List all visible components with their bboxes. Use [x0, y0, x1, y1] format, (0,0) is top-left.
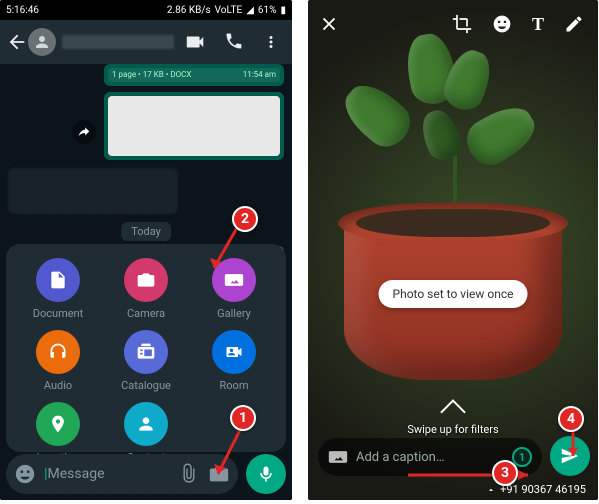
more-icon[interactable] — [262, 31, 280, 53]
contact-name-redacted[interactable] — [62, 35, 174, 49]
message-input-bar[interactable]: |Message — [6, 454, 238, 494]
status-right: 2.86 KB/s VoLTE ◢ 61% ▮ — [167, 5, 286, 16]
camera-icon[interactable] — [208, 463, 230, 485]
attach-gallery[interactable]: Gallery — [212, 258, 256, 320]
swipe-up-hint[interactable]: Swipe up for filters — [308, 403, 598, 436]
attach-document[interactable]: Document — [33, 258, 83, 320]
outgoing-image-bubble[interactable] — [104, 92, 284, 160]
chat-header — [0, 20, 292, 64]
message-input[interactable]: |Message — [44, 466, 170, 482]
draw-icon[interactable] — [564, 14, 584, 34]
attach-camera[interactable]: Camera — [124, 258, 168, 320]
annotation-badge-1: 1 — [230, 405, 256, 431]
close-icon[interactable] — [318, 13, 340, 35]
mic-button[interactable] — [246, 454, 286, 494]
attach-catalogue[interactable]: Catalogue — [121, 330, 171, 392]
crop-icon[interactable] — [452, 14, 472, 34]
view-once-callout: Photo set to view once — [379, 280, 528, 308]
attach-room[interactable]: Room — [212, 330, 256, 392]
forward-icon[interactable] — [72, 120, 96, 144]
attach-icon[interactable] — [178, 463, 200, 485]
photo-editor-screen: T Photo set to view once Swipe up for fi… — [308, 0, 598, 500]
date-divider: Today — [121, 222, 171, 241]
incoming-bubble-redacted[interactable] — [8, 168, 178, 214]
editor-toolbar: T — [308, 6, 598, 42]
sticker-icon[interactable] — [492, 14, 512, 34]
annotation-badge-4: 4 — [558, 406, 584, 432]
emoji-icon[interactable] — [14, 463, 36, 485]
video-call-icon[interactable] — [184, 31, 206, 53]
send-button[interactable] — [550, 436, 590, 476]
attach-audio[interactable]: Audio — [36, 330, 80, 392]
annotation-badge-3: 3 — [492, 460, 518, 486]
status-time: 5:16:46 — [6, 5, 39, 16]
annotation-badge-2: 2 — [232, 206, 258, 232]
add-media-icon[interactable] — [328, 447, 348, 467]
back-icon[interactable] — [6, 31, 28, 53]
text-tool-icon[interactable]: T — [532, 14, 544, 35]
voice-call-icon[interactable] — [224, 31, 244, 51]
avatar[interactable] — [28, 28, 56, 56]
caption-input[interactable]: Add a caption… — [356, 450, 504, 465]
outgoing-document-bubble[interactable]: 1 page • 17 KB • DOCX 11:54 am — [104, 64, 284, 86]
status-bar: 5:16:46 2.86 KB/s VoLTE ◢ 61% ▮ — [0, 0, 292, 20]
